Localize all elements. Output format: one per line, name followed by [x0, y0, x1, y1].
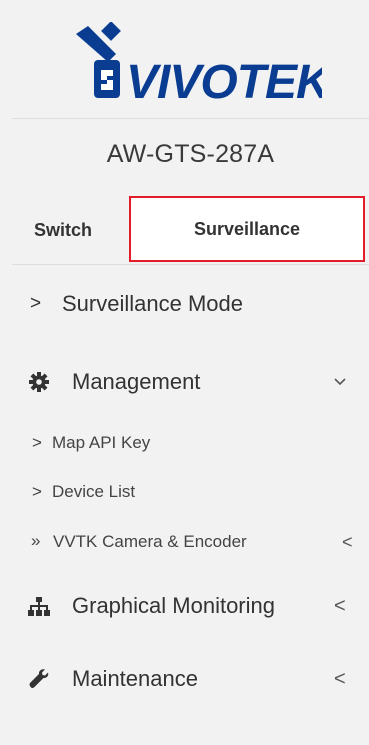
chevron-left-icon: <: [342, 532, 353, 552]
tab-surveillance[interactable]: Surveillance: [129, 196, 365, 262]
logo-wordmark: VIVOTEK: [126, 56, 322, 100]
sidebar-panel: VIVOTEK AW-GTS-287A Switch Surveillance …: [12, 0, 369, 745]
menu-label: Maintenance: [72, 666, 198, 691]
sitemap-icon: [28, 597, 50, 616]
submenu-label: VVTK Camera & Encoder: [53, 532, 247, 551]
chevron-right-icon: >: [30, 293, 42, 314]
tab-switch[interactable]: Switch: [34, 196, 92, 264]
tab-bar: Switch Surveillance: [12, 196, 369, 264]
wrench-icon: [29, 669, 49, 689]
vivotek-logo[interactable]: VIVOTEK: [72, 22, 322, 100]
gear-icon: [29, 372, 49, 392]
chevron-right-icon: >: [32, 482, 42, 501]
tabs-divider: [12, 264, 369, 265]
device-name: AW-GTS-287A: [106, 140, 275, 168]
logo-divider: [12, 118, 369, 119]
menu-label: Management: [72, 369, 201, 394]
menu-label: Surveillance Mode: [62, 291, 243, 316]
chevron-left-icon: <: [334, 668, 346, 690]
double-chevron-right-icon: »: [31, 531, 41, 550]
chevron-right-icon: >: [32, 433, 42, 452]
submenu-label: Map API Key: [52, 433, 151, 452]
menu-label: Graphical Monitoring: [72, 593, 275, 618]
chevron-down-icon: [334, 378, 346, 386]
chevron-left-icon: <: [334, 595, 346, 617]
submenu-label: Device List: [52, 482, 136, 501]
